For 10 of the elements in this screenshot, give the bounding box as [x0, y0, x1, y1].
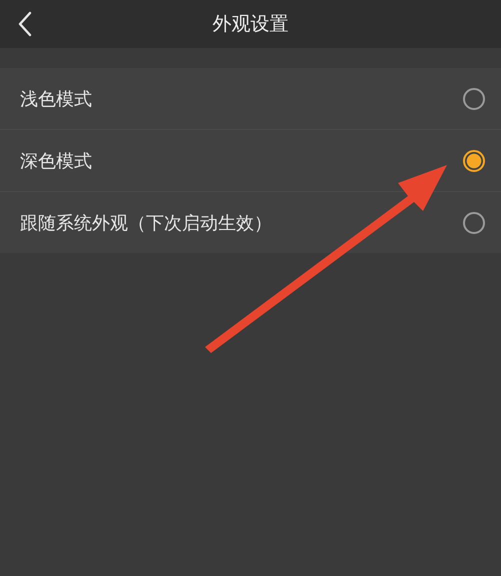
option-label: 浅色模式 — [20, 88, 92, 110]
option-row[interactable]: 浅色模式 — [0, 68, 501, 130]
option-row[interactable]: 跟随系统外观（下次启动生效） — [0, 192, 501, 253]
radio-button[interactable] — [463, 212, 485, 234]
option-label: 深色模式 — [20, 150, 92, 172]
radio-button[interactable] — [463, 150, 485, 172]
screen-title: 外观设置 — [212, 12, 288, 37]
option-label: 跟随系统外观（下次启动生效） — [20, 212, 272, 234]
back-icon[interactable] — [18, 11, 32, 37]
radio-button[interactable] — [463, 88, 485, 110]
